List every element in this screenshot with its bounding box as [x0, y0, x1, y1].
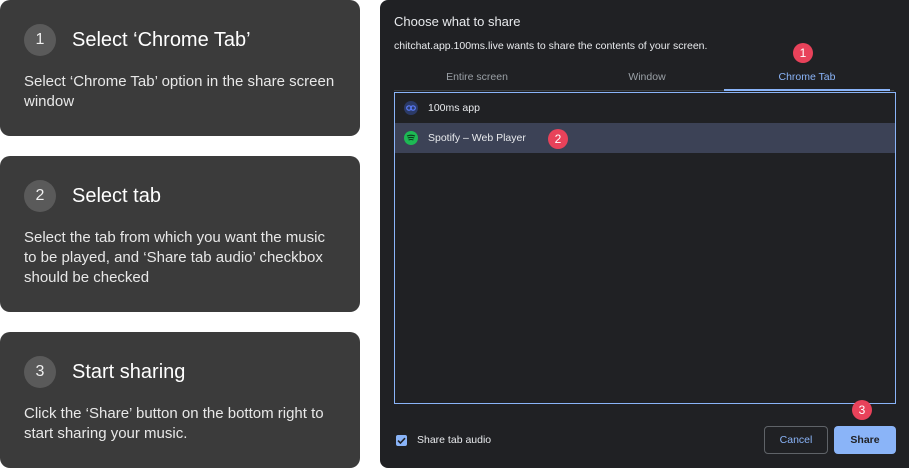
step-card-1: 1 Select ‘Chrome Tab’ Select ‘Chrome Tab…	[0, 0, 360, 136]
step-title: Start sharing	[72, 360, 186, 383]
share-screen-dialog: Choose what to share chitchat.app.100ms.…	[380, 0, 909, 468]
share-source-tabs: Entire screen Window Chrome Tab	[394, 64, 894, 91]
tab-window[interactable]: Window	[564, 64, 730, 90]
step-description: Select the tab from which you want the m…	[24, 229, 325, 286]
step-title: Select ‘Chrome Tab’	[72, 28, 251, 51]
step-number-badge: 3	[24, 356, 56, 388]
step-description: Click the ‘Share’ button on the bottom r…	[24, 405, 324, 442]
step-description: Select ‘Chrome Tab’ option in the share …	[24, 73, 335, 110]
tab-list: 100ms app Spotify – Web Player	[394, 92, 896, 404]
step-number-badge: 1	[24, 24, 56, 56]
share-button[interactable]: Share	[834, 426, 896, 454]
list-item-100ms-app[interactable]: 100ms app	[395, 93, 895, 123]
cancel-button[interactable]: Cancel	[764, 426, 828, 454]
100ms-favicon-icon	[404, 101, 418, 115]
checkbox-checked-icon	[396, 434, 407, 446]
step-number-badge: 2	[24, 180, 56, 212]
list-item-label: Spotify – Web Player	[428, 132, 526, 144]
step-title: Select tab	[72, 184, 161, 207]
tab-entire-screen[interactable]: Entire screen	[394, 64, 560, 90]
tab-chrome-tab[interactable]: Chrome Tab	[724, 64, 890, 91]
list-item-label: 100ms app	[428, 102, 480, 114]
annotation-marker-2: 2	[548, 129, 568, 149]
dialog-title: Choose what to share	[394, 14, 521, 29]
annotation-marker-1: 1	[793, 43, 813, 63]
spotify-favicon-icon	[404, 131, 418, 145]
share-tab-audio-checkbox[interactable]: Share tab audio	[396, 434, 491, 446]
dialog-subtitle: chitchat.app.100ms.live wants to share t…	[394, 40, 708, 52]
annotation-marker-3: 3	[852, 400, 872, 420]
step-card-3: 3 Start sharing Click the ‘Share’ button…	[0, 332, 360, 468]
share-tab-audio-label: Share tab audio	[417, 434, 492, 446]
list-item-spotify[interactable]: Spotify – Web Player	[395, 123, 895, 153]
step-card-2: 2 Select tab Select the tab from which y…	[0, 156, 360, 312]
